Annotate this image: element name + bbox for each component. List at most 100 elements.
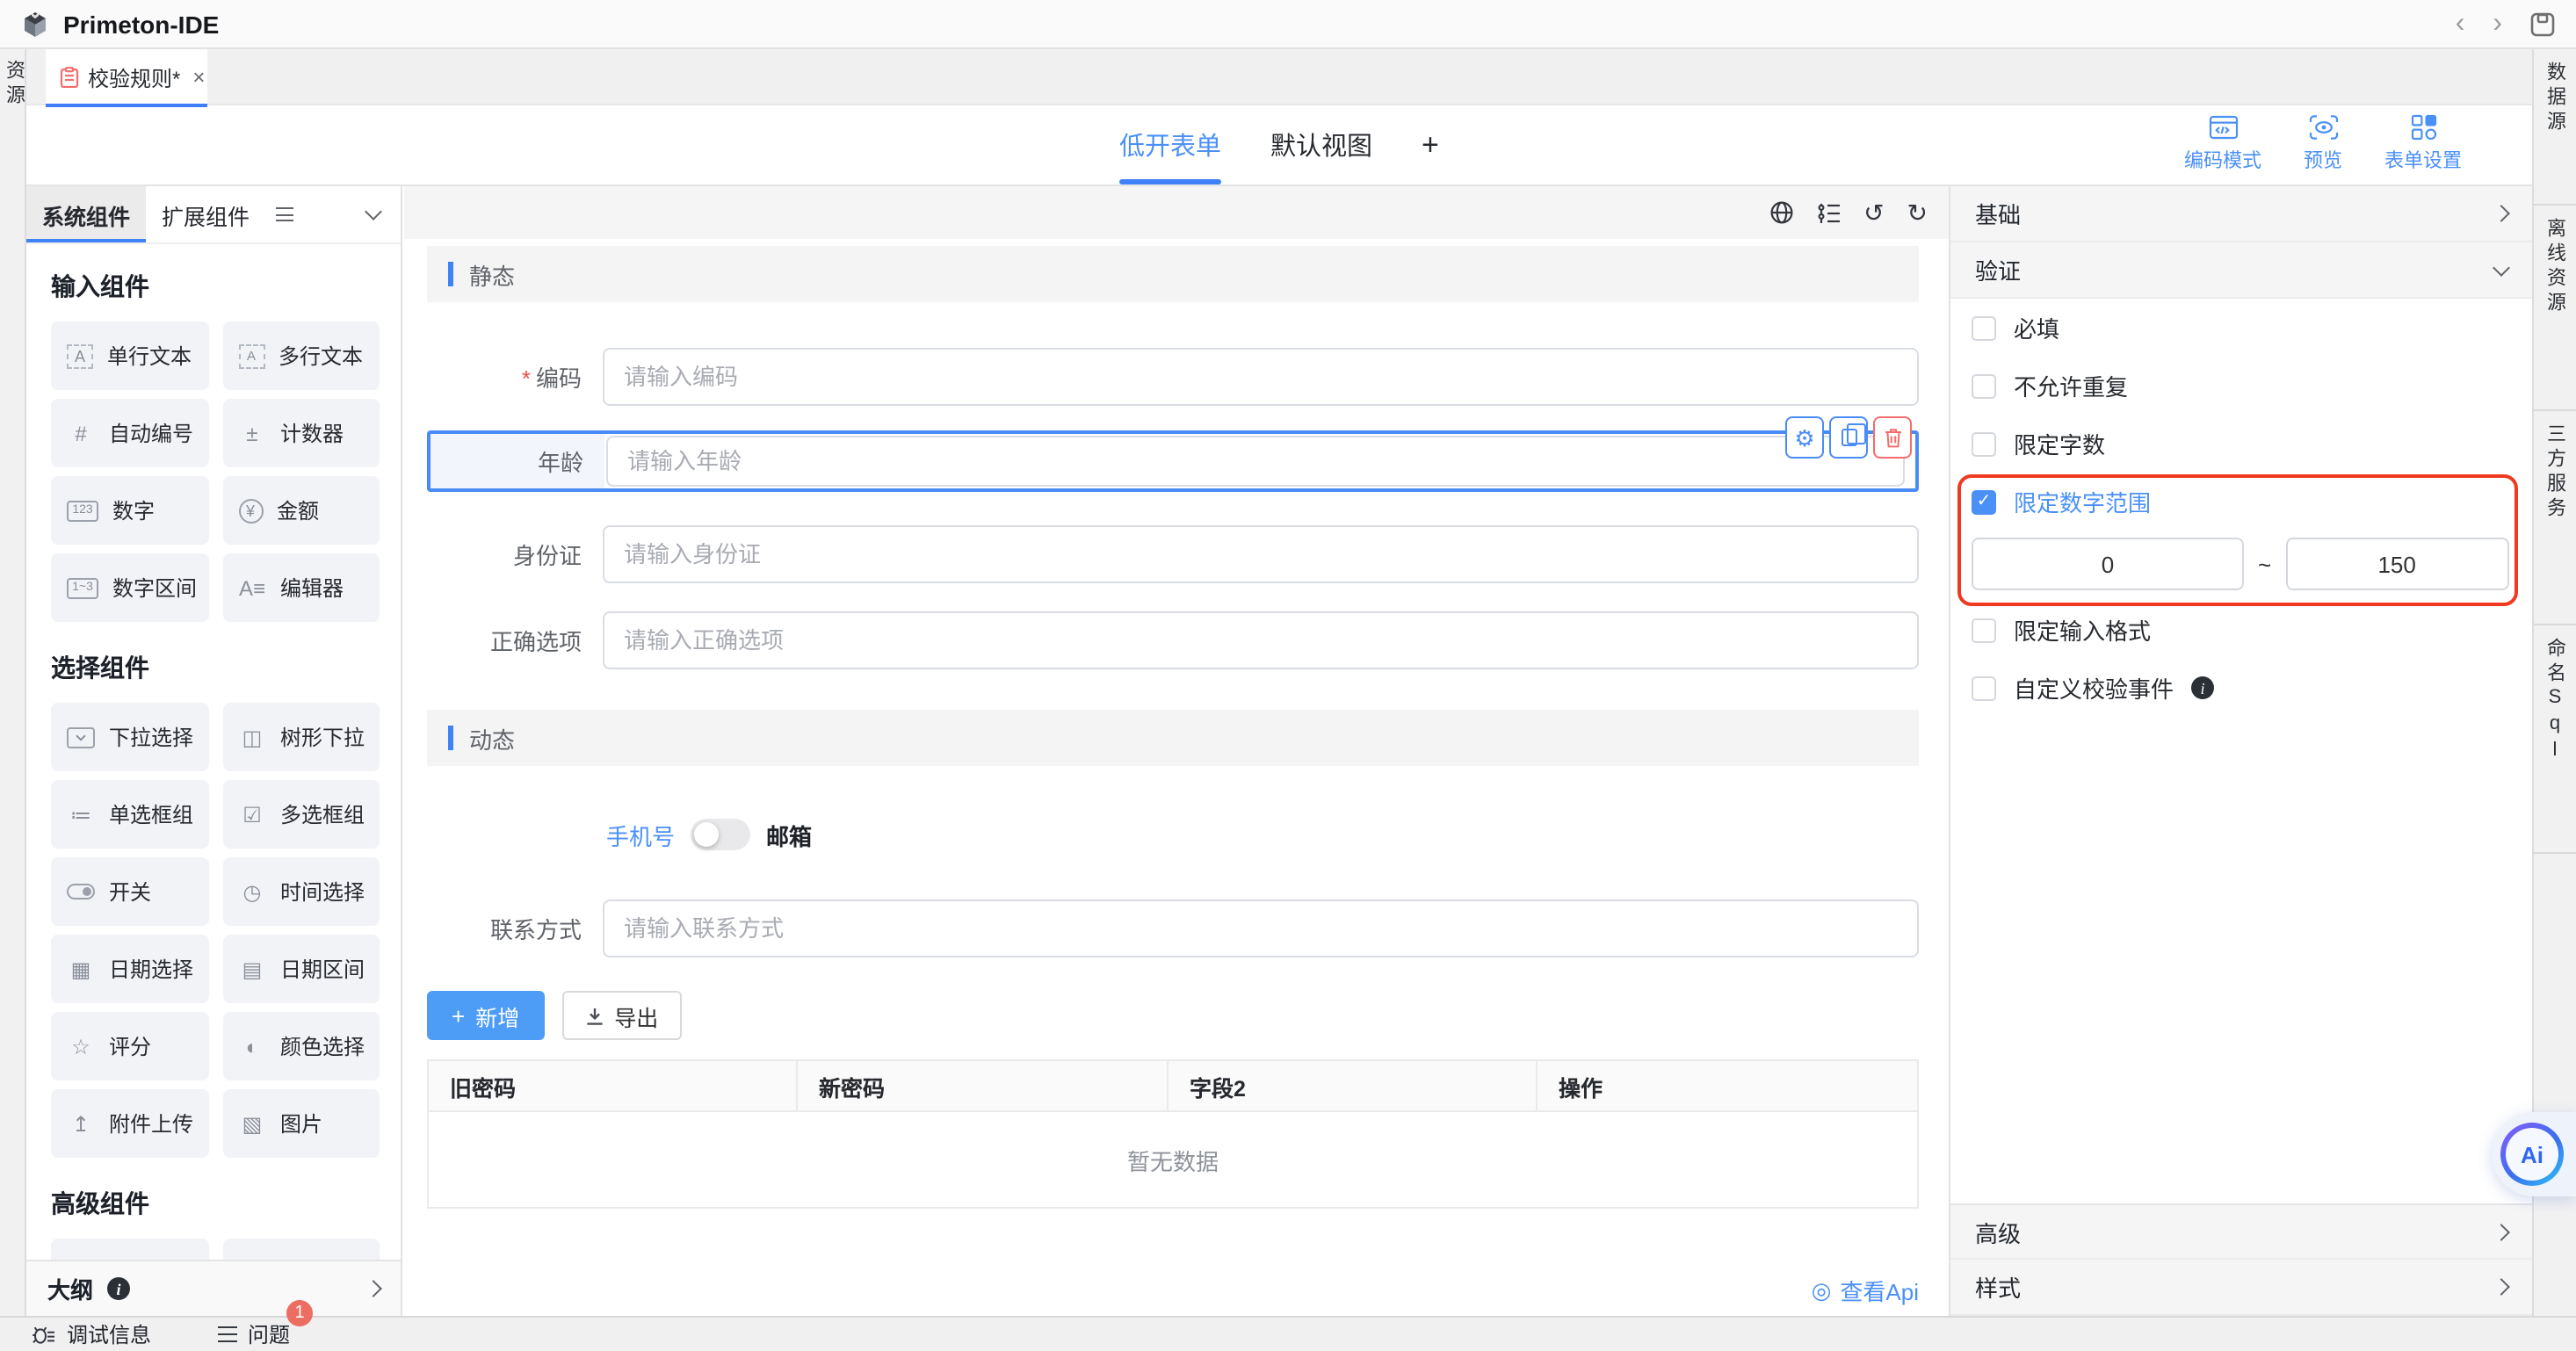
chevron-right-icon xyxy=(2493,1278,2510,1296)
group-header-style[interactable]: 样式 xyxy=(1950,1260,2532,1316)
tab-lowcode-form[interactable]: 低开表单 xyxy=(1119,105,1221,184)
component-item-date-picker[interactable]: ▦日期选择 xyxy=(51,935,208,1003)
component-item-person-picker[interactable]: ○人员选择 xyxy=(51,1239,208,1260)
component-item-date-range[interactable]: ▤日期区间 xyxy=(222,935,380,1003)
group-header-validation[interactable]: 验证 xyxy=(1950,242,2532,299)
column-header-old-password[interactable]: 旧密码 xyxy=(429,1061,798,1110)
left-rail-resources[interactable]: 资源 xyxy=(0,49,26,1316)
field-row-correct-option[interactable]: 正确选项 xyxy=(427,611,1919,669)
section-title-select-components: 选择组件 xyxy=(51,650,380,685)
component-item-money[interactable]: ¥金额 xyxy=(222,476,380,545)
range-max-input[interactable] xyxy=(2285,538,2508,590)
component-item-rich-editor[interactable]: A≡编辑器 xyxy=(222,553,380,622)
form-settings-button[interactable]: 表单设置 xyxy=(2384,114,2462,174)
save-icon[interactable] xyxy=(2530,11,2555,36)
idcard-input[interactable] xyxy=(603,525,1919,583)
tab-system-components[interactable]: 系统组件 xyxy=(26,186,146,242)
settings-gear-button[interactable]: ⚙ xyxy=(1785,416,1824,459)
rail-item-third-party-service[interactable]: 三方服务 xyxy=(2534,411,2576,625)
add-view-button[interactable]: + xyxy=(1422,105,1439,184)
phone-email-switch-row: 手机号 邮箱 xyxy=(606,817,1919,852)
rail-item-named-sql[interactable]: 命名Sql xyxy=(2534,625,2576,854)
component-item-time-picker[interactable]: ◷时间选择 xyxy=(222,857,380,926)
checkbox-unchecked[interactable] xyxy=(1972,676,1996,700)
checkbox-unchecked[interactable] xyxy=(1972,618,1996,642)
checkbox-unchecked[interactable] xyxy=(1972,373,1996,398)
undo-icon[interactable]: ↺ xyxy=(1863,200,1884,225)
field-row-contact[interactable]: 联系方式 xyxy=(427,899,1919,957)
tab-default-view[interactable]: 默认视图 xyxy=(1270,105,1372,184)
globe-icon[interactable] xyxy=(1769,200,1793,225)
ai-assistant-button[interactable]: Ai xyxy=(2492,1112,2576,1196)
correct-option-input[interactable] xyxy=(603,611,1919,669)
outline-tree-icon[interactable] xyxy=(1816,201,1841,224)
component-item-rating[interactable]: ☆评分 xyxy=(51,1012,208,1080)
close-icon[interactable]: × xyxy=(192,65,205,90)
redo-icon[interactable]: ↻ xyxy=(1907,200,1928,225)
option-custom-validation[interactable]: 自定义校验事件 i xyxy=(1972,659,2507,717)
history-back-icon[interactable]: ‹ xyxy=(2456,10,2465,38)
field-row-code[interactable]: *编码 xyxy=(427,348,1919,406)
column-header-field2[interactable]: 字段2 xyxy=(1169,1061,1538,1110)
option-input-format[interactable]: 限定输入格式 xyxy=(1972,601,2507,659)
component-item-number[interactable]: 123数字 xyxy=(51,476,208,545)
option-char-limit[interactable]: 限定字数 xyxy=(1972,415,2507,473)
contact-input[interactable] xyxy=(603,899,1919,957)
problems-button[interactable]: 问题 1 xyxy=(218,1319,290,1349)
component-item-auto-number[interactable]: #自动编号 xyxy=(51,399,208,467)
field-row-idcard[interactable]: 身份证 xyxy=(427,525,1919,583)
add-row-button[interactable]: +新增 xyxy=(427,991,544,1040)
component-item-color-picker[interactable]: ◐颜色选择 xyxy=(222,1012,380,1080)
field-row-age-selected[interactable]: 年龄 ⚙ xyxy=(427,430,1919,492)
section-title-input-components: 输入组件 xyxy=(51,269,380,304)
component-item-text-multi[interactable]: A多行文本 xyxy=(222,321,380,390)
history-forward-icon[interactable]: › xyxy=(2493,10,2502,38)
export-button[interactable]: 导出 xyxy=(561,991,681,1040)
component-item-tree-dropdown[interactable]: ◫树形下拉 xyxy=(222,703,380,771)
column-header-operation[interactable]: 操作 xyxy=(1538,1061,1917,1110)
component-item-switch[interactable]: 开关 xyxy=(51,857,208,926)
app-title: Primeton-IDE xyxy=(63,10,219,38)
option-no-duplicates[interactable]: 不允许重复 xyxy=(1972,357,2507,415)
phone-email-toggle[interactable] xyxy=(691,819,750,850)
copy-button[interactable] xyxy=(1829,416,1868,459)
code-mode-button[interactable]: 编码模式 xyxy=(2184,114,2261,174)
checkbox-unchecked[interactable] xyxy=(1972,431,1996,456)
component-item-number-range[interactable]: 1~3数字区间 xyxy=(51,553,208,622)
age-input[interactable] xyxy=(606,436,1905,487)
doc-tab-validation-rules[interactable]: 校验规则* × xyxy=(46,49,207,105)
rail-item-datasource[interactable]: 数据源 xyxy=(2534,49,2576,206)
delete-button[interactable] xyxy=(1873,416,1912,459)
group-header-advanced[interactable]: 高级 xyxy=(1950,1203,2532,1260)
preview-eye-icon xyxy=(2308,114,2338,141)
component-item-select-dropdown[interactable]: 下拉选择 xyxy=(51,703,208,771)
debug-info-button[interactable]: 调试信息 xyxy=(32,1319,151,1349)
single-text-icon: A xyxy=(67,343,93,368)
static-section-header[interactable]: 静态 xyxy=(427,246,1919,302)
column-header-new-password[interactable]: 新密码 xyxy=(798,1061,1169,1110)
component-item-file-upload[interactable]: ↥附件上传 xyxy=(51,1089,208,1158)
view-api-link[interactable]: ◎ 查看Api xyxy=(1812,1274,1919,1307)
code-input[interactable] xyxy=(603,348,1919,406)
panel-collapse-icon[interactable] xyxy=(367,186,380,242)
component-item-text-single[interactable]: A单行文本 xyxy=(51,321,208,390)
doc-tab-label: 校验规则* xyxy=(88,62,180,92)
rail-item-offline-resource[interactable]: 离线资源 xyxy=(2534,206,2576,411)
range-min-input[interactable] xyxy=(1972,538,2244,590)
component-item-radio-group[interactable]: ≔单选框组 xyxy=(51,780,208,849)
component-list-view-icon[interactable] xyxy=(276,186,293,242)
checkbox-checked[interactable]: ✓ xyxy=(1972,489,1996,514)
checkbox-unchecked[interactable] xyxy=(1972,315,1996,340)
group-header-basic[interactable]: 基础 xyxy=(1950,186,2532,242)
outline-bar[interactable]: 大纲 i xyxy=(26,1260,401,1316)
component-item-checkbox-group[interactable]: ☑多选框组 xyxy=(222,780,380,849)
option-required[interactable]: 必填 xyxy=(1972,299,2507,357)
chevron-right-icon xyxy=(365,1280,382,1297)
preview-button[interactable]: 预览 xyxy=(2304,114,2342,174)
tab-extension-components[interactable]: 扩展组件 xyxy=(146,186,265,242)
dynamic-section-header[interactable]: 动态 xyxy=(427,710,1919,766)
option-number-range[interactable]: ✓ 限定数字范围 xyxy=(1972,473,2507,531)
component-item-image[interactable]: ▧图片 xyxy=(222,1089,380,1158)
component-item-org-picker[interactable]: 品机构选择 xyxy=(222,1239,380,1260)
component-item-counter[interactable]: ±计数器 xyxy=(222,399,380,467)
